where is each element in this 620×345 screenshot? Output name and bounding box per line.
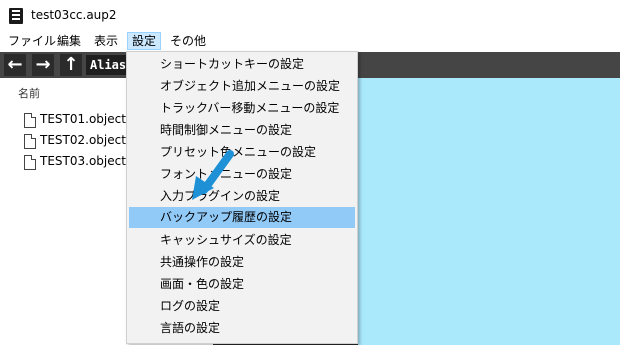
title-bar: test03cc.aup2 <box>0 0 620 31</box>
menu-item-font-menu-settings[interactable]: フォントメニューの設定 <box>129 164 355 185</box>
menu-item-object-add-menu-settings[interactable]: オブジェクト追加メニューの設定 <box>129 76 355 97</box>
app-icon <box>9 8 23 24</box>
menu-item-time-control-menu-settings[interactable]: 時間制御メニューの設定 <box>129 120 355 141</box>
menu-file[interactable]: ファイル <box>4 33 60 49</box>
menu-item-shortcut-key-settings[interactable]: ショートカットキーの設定 <box>129 54 355 75</box>
back-arrow-icon[interactable]: ← <box>4 54 26 76</box>
menu-item-language-settings[interactable]: 言語の設定 <box>129 318 355 339</box>
pointer-arrow-icon <box>192 150 234 200</box>
menu-other[interactable]: その他 <box>166 33 210 49</box>
file-icon <box>24 113 36 128</box>
menu-bar: ファイル 編集 表示 設定 その他 <box>0 31 620 51</box>
menu-item-log-settings[interactable]: ログの設定 <box>129 296 355 317</box>
file-icon <box>24 155 36 170</box>
forward-arrow-icon[interactable]: → <box>32 54 54 76</box>
window-title: test03cc.aup2 <box>31 8 117 22</box>
preview-area[interactable] <box>346 78 620 345</box>
file-icon <box>24 134 36 149</box>
menu-settings[interactable]: 設定 <box>127 32 162 50</box>
menu-item-common-operation-settings[interactable]: 共通操作の設定 <box>129 252 355 273</box>
menu-item-cache-size-settings[interactable]: キャッシュサイズの設定 <box>129 230 355 251</box>
menu-item-preset-color-menu-settings[interactable]: プリセット色メニューの設定 <box>129 142 355 163</box>
file-name: TEST02.object <box>40 133 126 147</box>
file-name: TEST03.object <box>40 154 126 168</box>
menu-item-screen-color-settings[interactable]: 画面・色の設定 <box>129 274 355 295</box>
menu-item-backup-history-settings[interactable]: バックアップ履歴の設定 <box>129 207 355 228</box>
menu-edit[interactable]: 編集 <box>53 33 85 49</box>
menu-view[interactable]: 表示 <box>90 33 122 49</box>
menu-item-input-plugin-settings[interactable]: 入力プラグインの設定 <box>129 186 355 207</box>
menu-item-trackbar-menu-settings[interactable]: トラックバー移動メニューの設定 <box>129 98 355 119</box>
file-name: TEST01.object <box>40 112 126 126</box>
name-column-header[interactable]: 名前 <box>18 85 40 101</box>
up-arrow-icon[interactable]: ↑ <box>60 54 82 76</box>
settings-dropdown-menu: ショートカットキーの設定 オブジェクト追加メニューの設定 トラックバー移動メニュ… <box>126 51 358 344</box>
